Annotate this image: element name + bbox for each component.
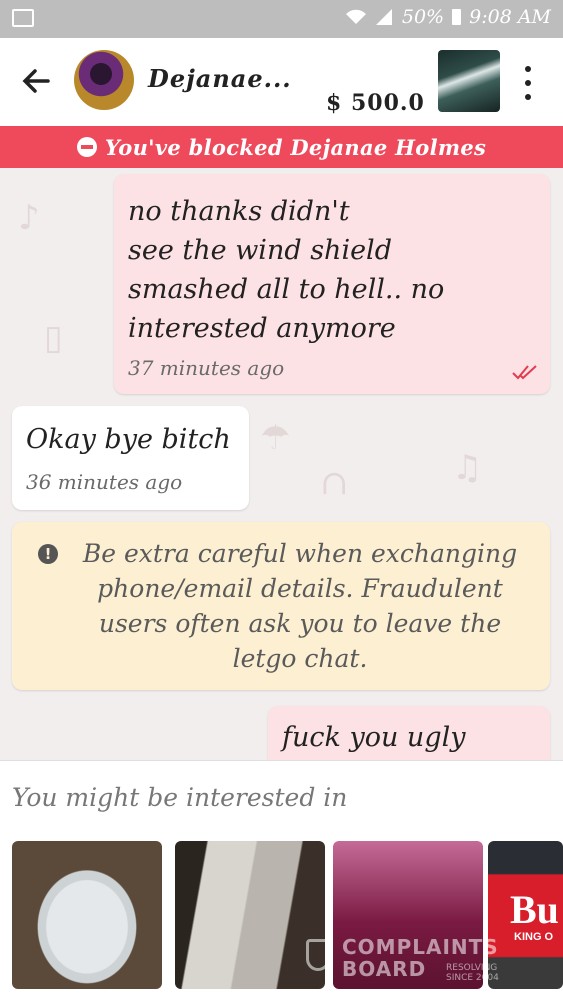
battery-icon <box>452 9 462 25</box>
suggestions-title: You might be interested in <box>12 783 348 812</box>
signal-icon <box>375 9 392 25</box>
blocked-banner: You've blocked Dejanae Holmes <box>0 126 563 168</box>
gallery-notification-icon <box>12 9 34 27</box>
watermark: COMPLAINTS BOARD RESOLVING SINCE 2004 <box>306 931 516 991</box>
back-arrow-icon[interactable] <box>20 65 52 97</box>
info-icon: ! <box>38 544 58 564</box>
message-time: 36 minutes ago <box>26 470 183 494</box>
read-receipt-icon <box>512 365 537 380</box>
message-outgoing[interactable]: fuck you ugly <box>268 706 550 760</box>
clock: 9:08 AM <box>469 6 551 28</box>
message-outgoing[interactable]: no thanks didn't see the wind shield sma… <box>114 174 550 394</box>
chat-area[interactable]: ♪ ▯ ∩ ♫ ☂ no thanks didn't see the wind … <box>0 168 563 760</box>
blocked-banner-text: You've blocked Dejanae Holmes <box>104 134 487 160</box>
message-incoming[interactable]: Okay bye bitch 36 minutes ago <box>12 406 249 510</box>
listing-thumbnail[interactable] <box>438 50 500 112</box>
message-time: 37 minutes ago <box>128 356 285 380</box>
suggestion-card-car-hood-silver[interactable] <box>175 841 325 989</box>
umbrella-doodle-icon: ☂ <box>260 418 291 458</box>
saxophone-doodle-icon: ♫ <box>452 448 483 488</box>
trumpet-doodle-icon: ♪ <box>18 198 40 238</box>
status-bar: 50% 9:08 AM <box>0 0 563 38</box>
battery-percent: 50% <box>401 6 445 28</box>
safety-notice: ! Be extra careful when exchanging phone… <box>12 522 550 690</box>
avatar[interactable] <box>74 50 134 110</box>
watermark-line1: COMPLAINTS <box>342 935 499 959</box>
ad-logo-text: Bu <box>510 887 559 932</box>
watermark-shield-icon <box>306 939 330 971</box>
suggestions-panel: You might be interested in Bu KING O COM… <box>0 760 563 1001</box>
pants-doodle-icon: ▯ <box>44 318 63 358</box>
more-options-icon[interactable] <box>518 66 538 100</box>
wifi-icon <box>345 9 366 24</box>
status-right: 50% 9:08 AM <box>345 6 551 28</box>
headphones-doodle-icon: ∩ <box>320 463 349 503</box>
message-text: fuck you ugly <box>282 722 466 753</box>
watermark-line2: BOARD <box>342 957 427 981</box>
ad-sub-text: KING O <box>514 931 554 943</box>
message-text: no thanks didn't see the wind shield sma… <box>128 196 445 344</box>
watermark-tagline: RESOLVING SINCE 2004 <box>446 963 499 983</box>
listing-price: $ 500.0 <box>326 90 425 116</box>
blocked-icon <box>76 137 97 157</box>
message-text: Okay bye bitch <box>26 424 231 455</box>
safety-notice-text: Be extra careful when exchanging phone/e… <box>82 539 518 673</box>
chat-header: Dejanae... $ 500.0 <box>0 38 563 126</box>
contact-name[interactable]: Dejanae... <box>148 64 292 93</box>
suggestion-card-car-hood-white[interactable] <box>12 841 162 989</box>
